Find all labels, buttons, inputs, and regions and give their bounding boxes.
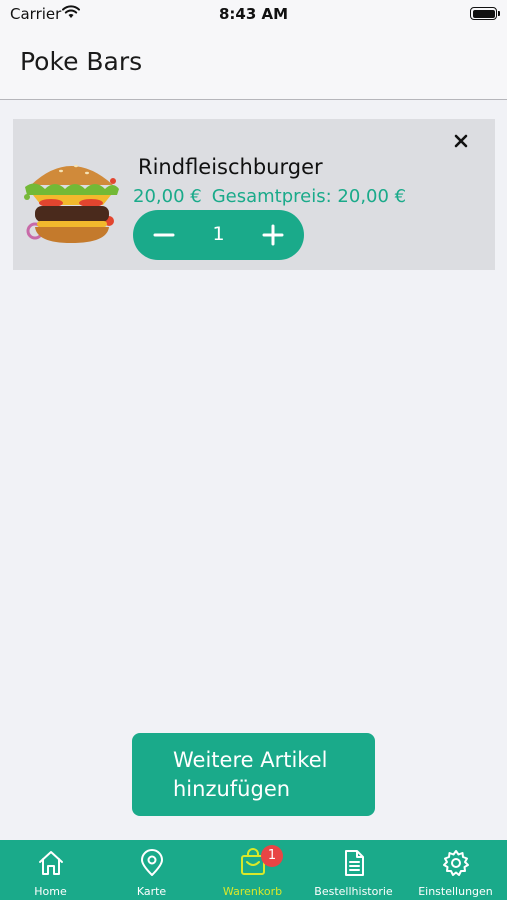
cart-badge: 1 bbox=[261, 845, 283, 867]
gear-icon bbox=[442, 850, 469, 876]
product-name: Rindfleischburger bbox=[138, 155, 323, 179]
map-pin-icon bbox=[140, 849, 163, 876]
home-icon bbox=[38, 851, 63, 875]
plus-icon bbox=[262, 224, 284, 246]
add-more-items-button[interactable]: Weitere Artikel hinzufügen bbox=[132, 733, 375, 816]
remove-item-button[interactable] bbox=[451, 131, 471, 151]
tab-home[interactable]: Home bbox=[0, 840, 101, 900]
add-more-label-line2: hinzufügen bbox=[173, 777, 291, 801]
tab-settings[interactable]: Einstellungen bbox=[405, 840, 506, 900]
quantity-stepper: 1 bbox=[133, 210, 304, 260]
add-more-label-line1: Weitere Artikel bbox=[173, 748, 328, 772]
tab-map-label: Karte bbox=[136, 885, 167, 898]
price-line: 20,00 € Gesamtpreis: 20,00 € bbox=[133, 186, 406, 207]
battery-icon bbox=[470, 7, 500, 20]
document-icon bbox=[344, 850, 364, 876]
header: Poke Bars bbox=[0, 30, 507, 100]
plus-button[interactable] bbox=[262, 224, 284, 246]
tab-order-history-label: Bestellhistorie bbox=[314, 885, 393, 898]
close-icon bbox=[454, 134, 468, 148]
tab-bar: Home Karte 1 Warenkorb Bestellhistorie E… bbox=[0, 840, 507, 900]
total-price: Gesamtpreis: 20,00 € bbox=[211, 186, 407, 207]
cart-item: Rindfleischburger 20,00 € Gesamtpreis: 20… bbox=[13, 119, 495, 270]
tab-cart[interactable]: 1 Warenkorb bbox=[202, 840, 303, 900]
clock: 8:43 AM bbox=[218, 5, 289, 23]
tab-cart-label: Warenkorb bbox=[222, 885, 283, 898]
burger-image bbox=[24, 164, 119, 243]
unit-price: 20,00 € bbox=[133, 186, 202, 207]
status-bar: Carrier 8:43 AM bbox=[0, 0, 507, 30]
tab-order-history[interactable]: Bestellhistorie bbox=[303, 840, 404, 900]
tab-map[interactable]: Karte bbox=[101, 840, 202, 900]
tab-home-label: Home bbox=[34, 885, 67, 898]
page-title: Poke Bars bbox=[20, 47, 143, 76]
tab-settings-label: Einstellungen bbox=[418, 885, 493, 898]
